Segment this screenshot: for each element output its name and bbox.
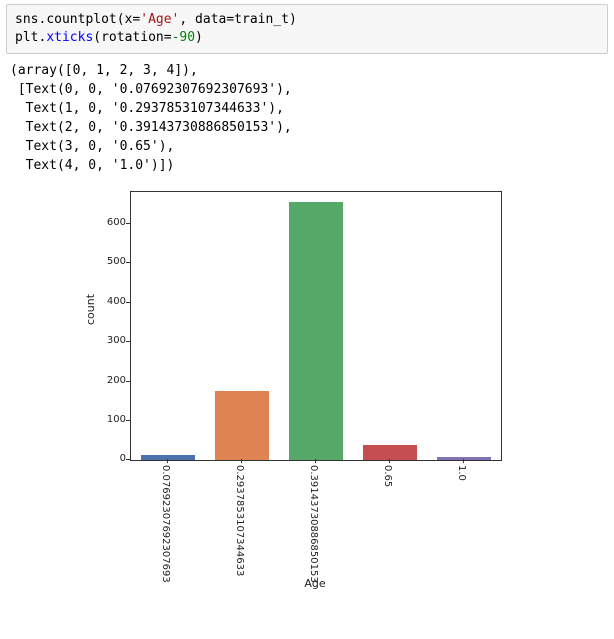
y-tick-mark: [126, 262, 130, 263]
y-tick-label: 500: [100, 256, 126, 267]
bar-3: [363, 445, 416, 461]
y-tick-label: 200: [100, 375, 126, 386]
x-tick-label: 0.65: [382, 465, 393, 575]
y-tick-mark: [126, 420, 130, 421]
code-line-1: sns.countplot(x='Age', data=train_t): [15, 12, 297, 27]
y-tick-label: 400: [100, 296, 126, 307]
x-tick-mark: [315, 459, 316, 463]
output-text: (array([0, 1, 2, 3, 4]), [Text(0, 0, '0.…: [0, 54, 614, 179]
x-tick-label: 1.0: [456, 465, 467, 575]
y-tick-label: 300: [100, 335, 126, 346]
y-tick-mark: [126, 341, 130, 342]
countplot-chart: count Age 01002003004005006000.076923076…: [70, 183, 570, 593]
y-tick-label: 600: [100, 217, 126, 228]
code-cell: sns.countplot(x='Age', data=train_t) plt…: [6, 4, 608, 54]
x-tick-mark: [463, 459, 464, 463]
y-tick-mark: [126, 223, 130, 224]
bar-1: [215, 391, 268, 460]
x-tick-mark: [241, 459, 242, 463]
bar-2: [289, 202, 342, 460]
y-tick-mark: [126, 381, 130, 382]
x-tick-label: 0.07692307692307693: [160, 465, 171, 575]
y-axis-label: count: [84, 294, 97, 325]
y-tick-label: 0: [100, 453, 126, 464]
x-tick-label: 0.2937853107344633: [234, 465, 245, 575]
x-tick-label: 0.39143730886850153: [308, 465, 319, 575]
y-tick-mark: [126, 302, 130, 303]
code-line-2: plt.xticks(rotation=-90): [15, 30, 203, 45]
plot-area: [130, 191, 502, 461]
y-tick-label: 100: [100, 414, 126, 425]
x-tick-mark: [389, 459, 390, 463]
x-tick-mark: [167, 459, 168, 463]
y-tick-mark: [126, 459, 130, 460]
